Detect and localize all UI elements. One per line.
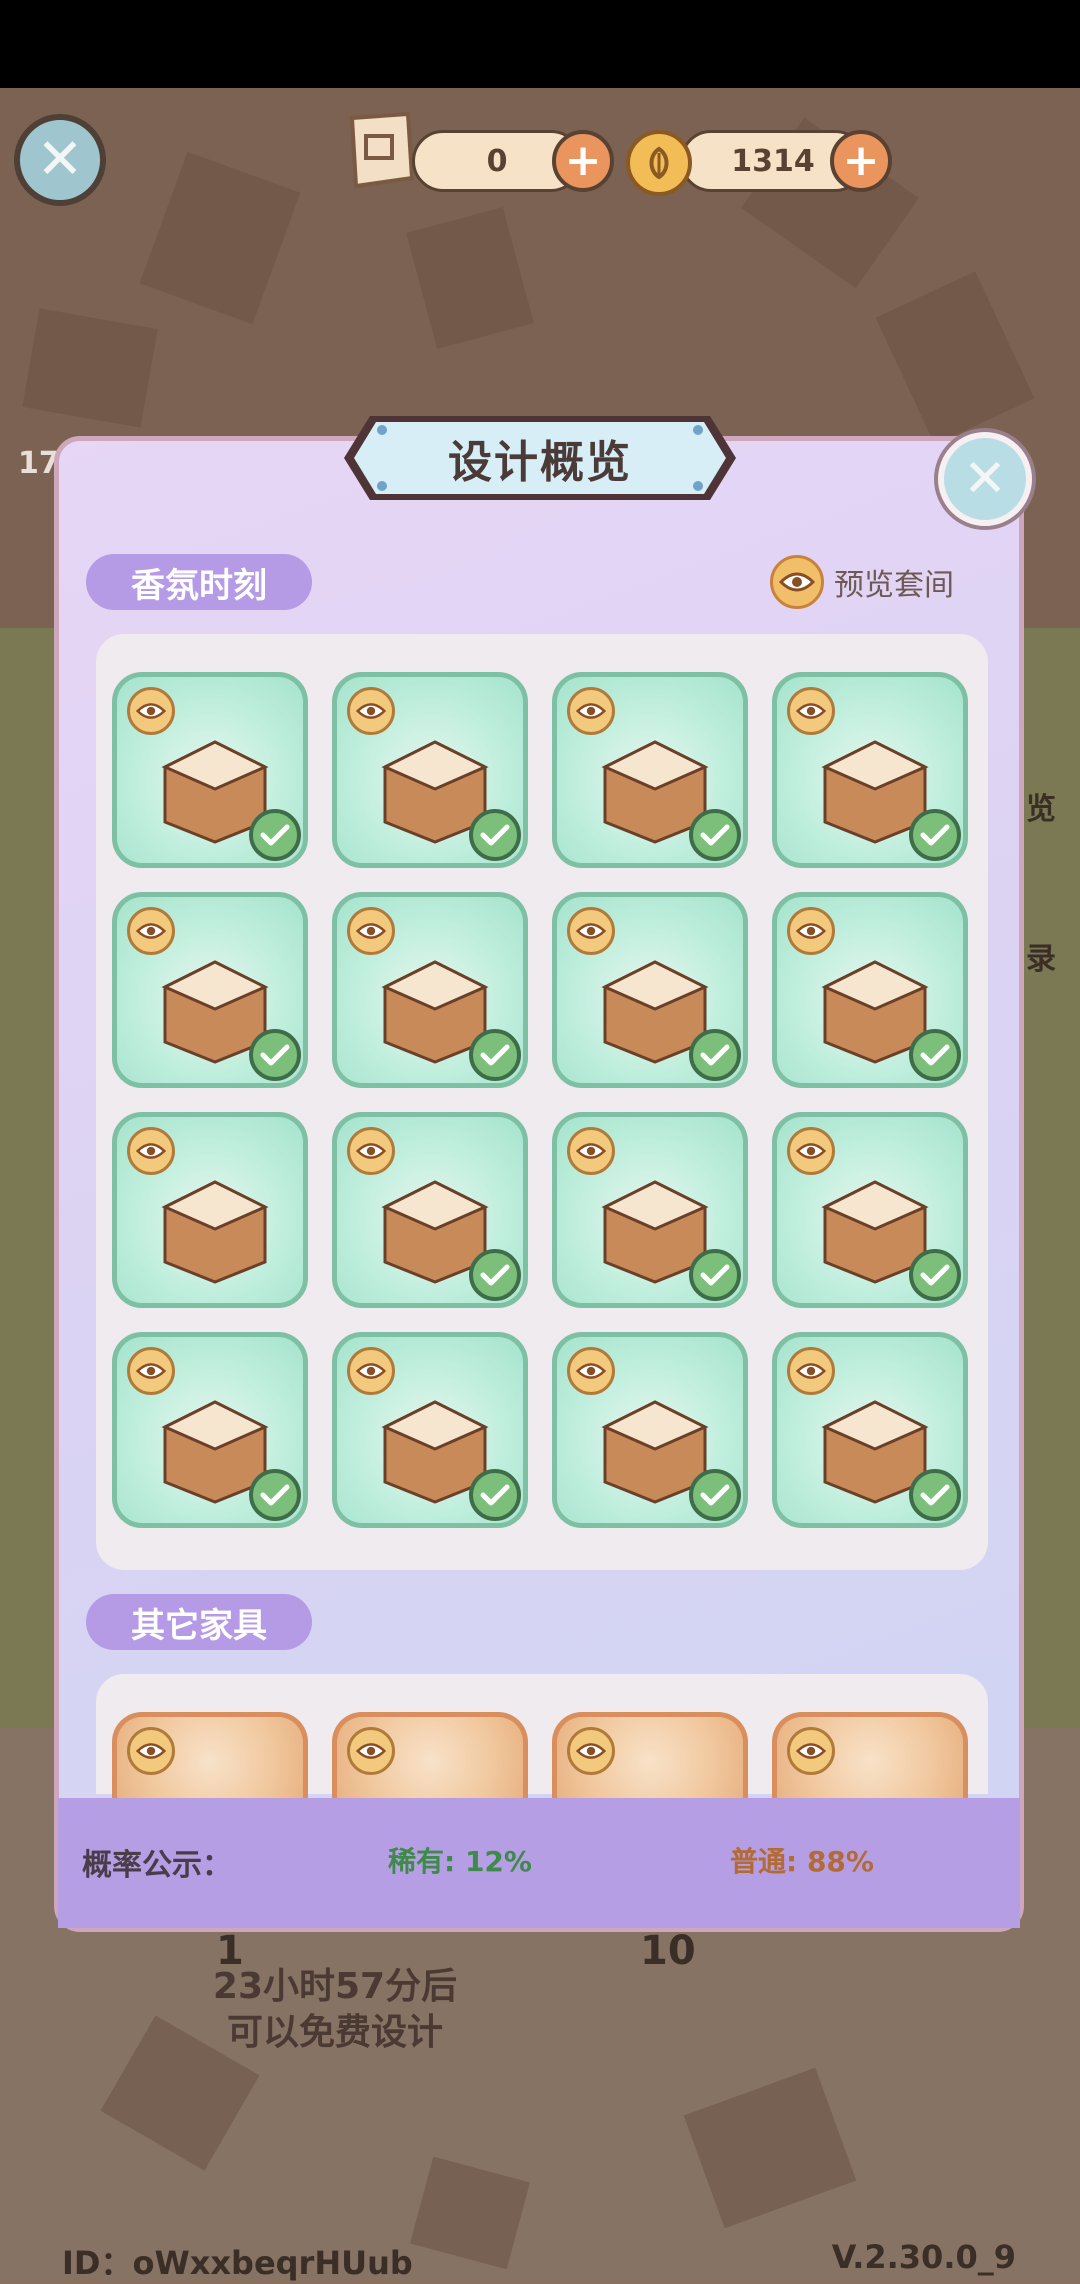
dialog-close-button[interactable]: ✕ bbox=[938, 432, 1032, 526]
section-title-other: 其它家具 bbox=[86, 1594, 312, 1650]
eye-icon[interactable] bbox=[787, 1127, 835, 1175]
check-icon bbox=[909, 1029, 961, 1081]
item-tile-window-blinds[interactable] bbox=[332, 1332, 528, 1528]
item-tile-floor-tiles[interactable] bbox=[112, 672, 308, 868]
other-item-tile[interactable] bbox=[552, 1712, 748, 1798]
eye-icon[interactable] bbox=[567, 1347, 615, 1395]
blueprint-scroll-icon bbox=[349, 112, 415, 189]
check-icon bbox=[469, 1469, 521, 1521]
plus-icon: + bbox=[564, 135, 602, 186]
dialog-title: 设计概览 bbox=[448, 437, 632, 488]
player-id: ID：oWxxbeqrHUub bbox=[62, 2244, 413, 2282]
bg-peek-right-2: 录 bbox=[1026, 942, 1056, 977]
eye-icon[interactable] bbox=[127, 1347, 175, 1395]
free-design-line1: 23小时57分后 bbox=[212, 1966, 458, 2007]
coin-icon bbox=[626, 130, 692, 196]
check-icon bbox=[909, 809, 961, 861]
eye-icon[interactable] bbox=[567, 907, 615, 955]
probability-rare: 稀有: 12% bbox=[388, 1845, 532, 1878]
eye-icon[interactable] bbox=[347, 1127, 395, 1175]
item-tile-mirror[interactable] bbox=[772, 1112, 968, 1308]
item-tile-toilet[interactable] bbox=[772, 892, 968, 1088]
check-icon bbox=[469, 809, 521, 861]
check-icon bbox=[249, 1029, 301, 1081]
close-icon: ✕ bbox=[36, 127, 84, 192]
back-close-button[interactable]: ✕ bbox=[14, 114, 106, 206]
check-icon bbox=[689, 1469, 741, 1521]
eye-icon[interactable] bbox=[347, 1727, 395, 1775]
check-icon bbox=[469, 1029, 521, 1081]
eye-icon[interactable] bbox=[567, 1727, 615, 1775]
free-design-line2: 可以免费设计 bbox=[226, 2012, 443, 2053]
bg-peek-bottom-10: 10 bbox=[640, 1928, 696, 1974]
eye-icon[interactable] bbox=[787, 907, 835, 955]
free-design-timer: 23小时57分后 可以免费设计 bbox=[170, 1964, 500, 2056]
eye-icon[interactable] bbox=[787, 1347, 835, 1395]
item-tile-bathtub[interactable] bbox=[772, 672, 968, 868]
check-icon bbox=[469, 1249, 521, 1301]
item-tile-shower-screen[interactable] bbox=[552, 892, 748, 1088]
item-tile-low-cabinet[interactable] bbox=[112, 892, 308, 1088]
check-icon bbox=[249, 1469, 301, 1521]
item-tile-shower-arch[interactable] bbox=[772, 1332, 968, 1528]
eye-icon[interactable] bbox=[347, 907, 395, 955]
item-tile-shelf-cabinet[interactable] bbox=[332, 892, 528, 1088]
check-icon bbox=[689, 809, 741, 861]
item-tile-storage-shelf[interactable] bbox=[552, 1332, 748, 1528]
status-bar bbox=[0, 0, 1080, 88]
check-icon bbox=[689, 1029, 741, 1081]
probability-normal: 普通: 88% bbox=[730, 1845, 874, 1878]
furniture-image bbox=[145, 1157, 285, 1287]
probability-label: 概率公示： bbox=[82, 1848, 232, 1883]
item-tile-glass-cabinet[interactable] bbox=[112, 1332, 308, 1528]
eye-icon[interactable] bbox=[127, 687, 175, 735]
eye-icon[interactable] bbox=[567, 687, 615, 735]
eye-icon[interactable] bbox=[127, 907, 175, 955]
other-item-tile[interactable] bbox=[112, 1712, 308, 1798]
other-item-tile[interactable] bbox=[772, 1712, 968, 1798]
section-title-set: 香氛时刻 bbox=[86, 554, 312, 610]
check-icon bbox=[689, 1249, 741, 1301]
item-tile-cabinet[interactable] bbox=[332, 672, 528, 868]
eye-icon[interactable] bbox=[127, 1727, 175, 1775]
add-blueprint-button[interactable]: + bbox=[552, 130, 614, 192]
eye-icon[interactable] bbox=[787, 687, 835, 735]
eye-icon[interactable] bbox=[347, 687, 395, 735]
bg-peek-right-1: 览 bbox=[1026, 792, 1056, 827]
add-coins-button[interactable]: + bbox=[830, 130, 892, 192]
preview-set-button[interactable]: 预览套间 bbox=[770, 552, 954, 612]
eye-icon[interactable] bbox=[127, 1127, 175, 1175]
eye-icon bbox=[770, 555, 824, 609]
eye-icon[interactable] bbox=[347, 1347, 395, 1395]
check-icon bbox=[909, 1469, 961, 1521]
item-tile-washing-machine-cabinet[interactable] bbox=[552, 1112, 748, 1308]
item-tile-tall-shelf[interactable] bbox=[112, 1112, 308, 1308]
close-icon: ✕ bbox=[963, 449, 1007, 509]
app-version: V.2.30.0_9 bbox=[831, 2238, 1016, 2276]
preview-set-label: 预览套间 bbox=[834, 568, 954, 603]
check-icon bbox=[249, 809, 301, 861]
check-icon bbox=[909, 1249, 961, 1301]
plus-icon: + bbox=[842, 135, 880, 186]
other-item-tile[interactable] bbox=[332, 1712, 528, 1798]
eye-icon[interactable] bbox=[787, 1727, 835, 1775]
eye-icon[interactable] bbox=[567, 1127, 615, 1175]
item-tile-sink-vanity[interactable] bbox=[552, 672, 748, 868]
item-tile-wall-panel[interactable] bbox=[332, 1112, 528, 1308]
